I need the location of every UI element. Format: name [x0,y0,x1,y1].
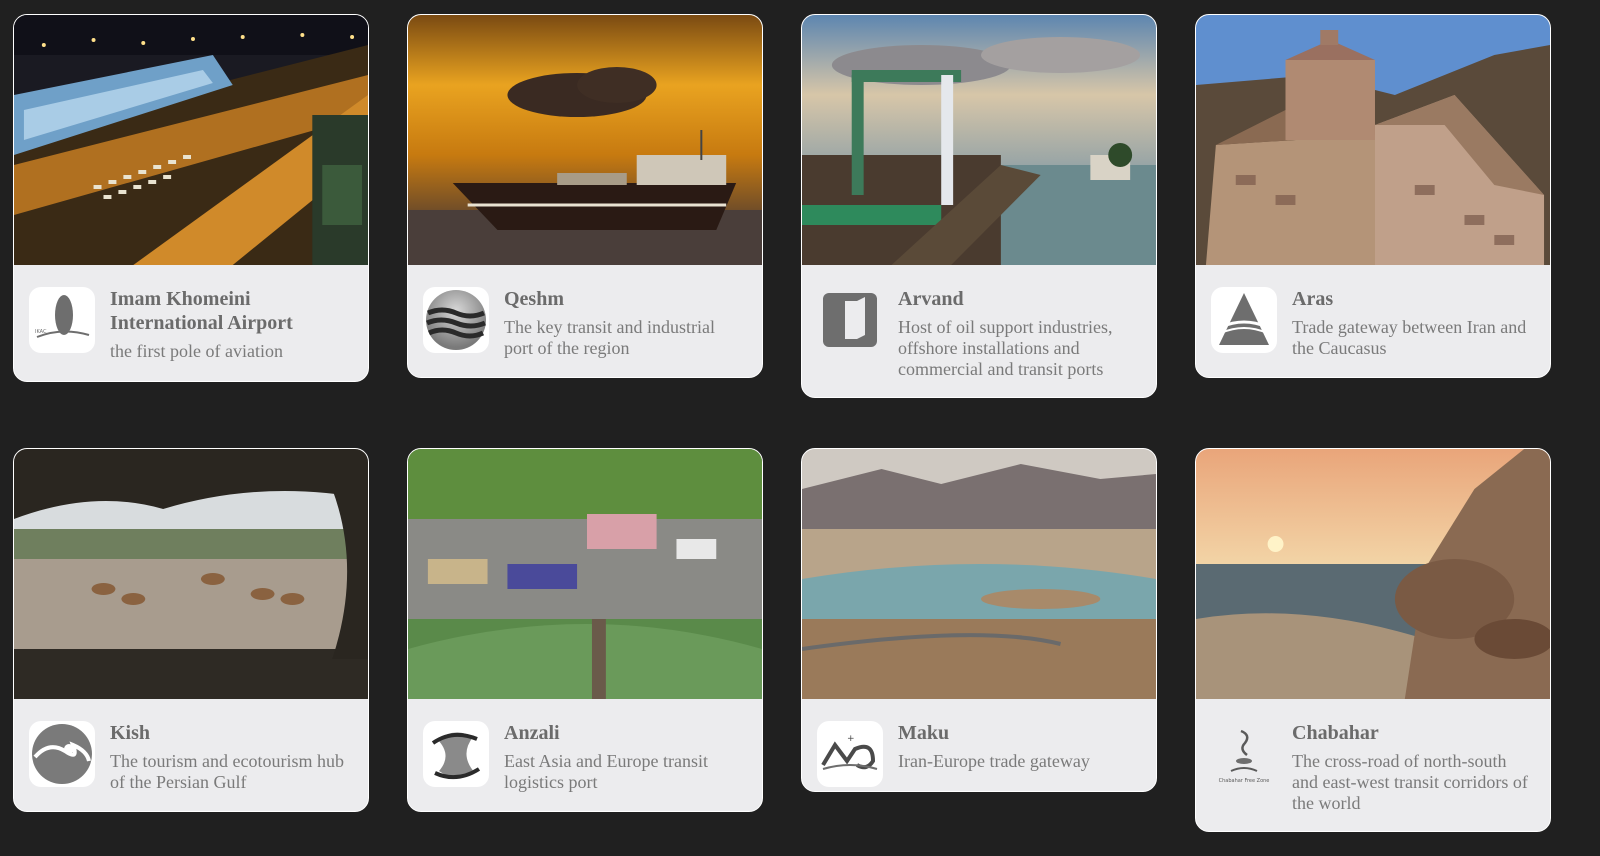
card-arvand[interactable]: Arvand Host of oil support industries, o… [801,14,1157,398]
maku-logo-icon: + [817,721,883,787]
mountain-lake-photo [802,449,1156,699]
card-qeshm[interactable]: Qeshm The key transit and industrial por… [407,14,763,378]
dhow-sunset-photo [408,15,762,265]
card-title: Arvand [898,288,964,310]
card-description: the first pole of aviation [110,341,283,361]
svg-text:IKAC: IKAC [35,329,47,335]
card-info: Kish The tourism and ecotourism hub of t… [14,699,368,793]
card-title: Maku [898,722,950,744]
card-info: Anzali East Asia and Europe transit logi… [408,699,762,793]
card-description: The tourism and ecotourism hub of the Pe… [110,751,344,792]
card-info: + Maku Iran-Europe trade gateway [802,699,1156,787]
card-anzali[interactable]: Anzali East Asia and Europe transit logi… [407,448,763,812]
free-zones-grid: IKAC Imam Khomeini International Airport… [0,0,1600,856]
card-kish[interactable]: Kish The tourism and ecotourism hub of t… [13,448,369,812]
chabahar-logo-caption: Chabahar Free Zone [1219,778,1270,784]
aras-mountain-logo-icon [1211,287,1277,353]
card-aras[interactable]: Aras Trade gateway between Iran and the … [1195,14,1551,378]
card-title: Chabahar [1292,722,1379,744]
boat-river-photo [802,15,1156,265]
anzali-logo-icon [423,721,489,787]
card-info: Arvand Host of oil support industries, o… [802,265,1156,380]
arvand-logo-icon [817,287,883,353]
card-title: Aras [1292,288,1334,310]
card-imam-khomeini[interactable]: IKAC Imam Khomeini International Airport… [13,14,369,382]
card-description: East Asia and Europe transit logistics p… [504,751,708,792]
card-info: Aras Trade gateway between Iran and the … [1196,265,1550,359]
aerial-port-photo [408,449,762,699]
card-info: Chabahar Free Zone Chabahar The cross-ro… [1196,699,1550,814]
airport-logo-icon: IKAC [29,287,95,353]
card-title: Imam Khomeini International Airport [110,288,293,334]
card-description: The cross-road of north-south and east-w… [1292,751,1528,813]
coast-sunset-photo [1196,449,1550,699]
card-chabahar[interactable]: Chabahar Free Zone Chabahar The cross-ro… [1195,448,1551,832]
card-title: Kish [110,722,151,744]
card-description: Host of oil support industries, offshore… [898,317,1113,379]
card-title: Anzali [504,722,560,744]
qeshm-waves-logo-icon [423,287,489,353]
card-description: Trade gateway between Iran and the Cauca… [1292,317,1527,358]
card-info: Qeshm The key transit and industrial por… [408,265,762,359]
card-description: The key transit and industrial port of t… [504,317,715,358]
airport-night-photo [14,15,368,265]
card-maku[interactable]: + Maku Iran-Europe trade gateway [801,448,1157,792]
church-photo [1196,15,1550,265]
chabahar-logo-icon: Chabahar Free Zone [1211,721,1277,787]
card-info: IKAC Imam Khomeini International Airport… [14,265,368,362]
kish-wave-logo-icon [29,721,95,787]
svg-text:+: + [847,734,855,744]
card-description: Iran-Europe trade gateway [898,751,1090,771]
gazelles-photo [14,449,368,699]
card-title: Qeshm [504,288,564,310]
